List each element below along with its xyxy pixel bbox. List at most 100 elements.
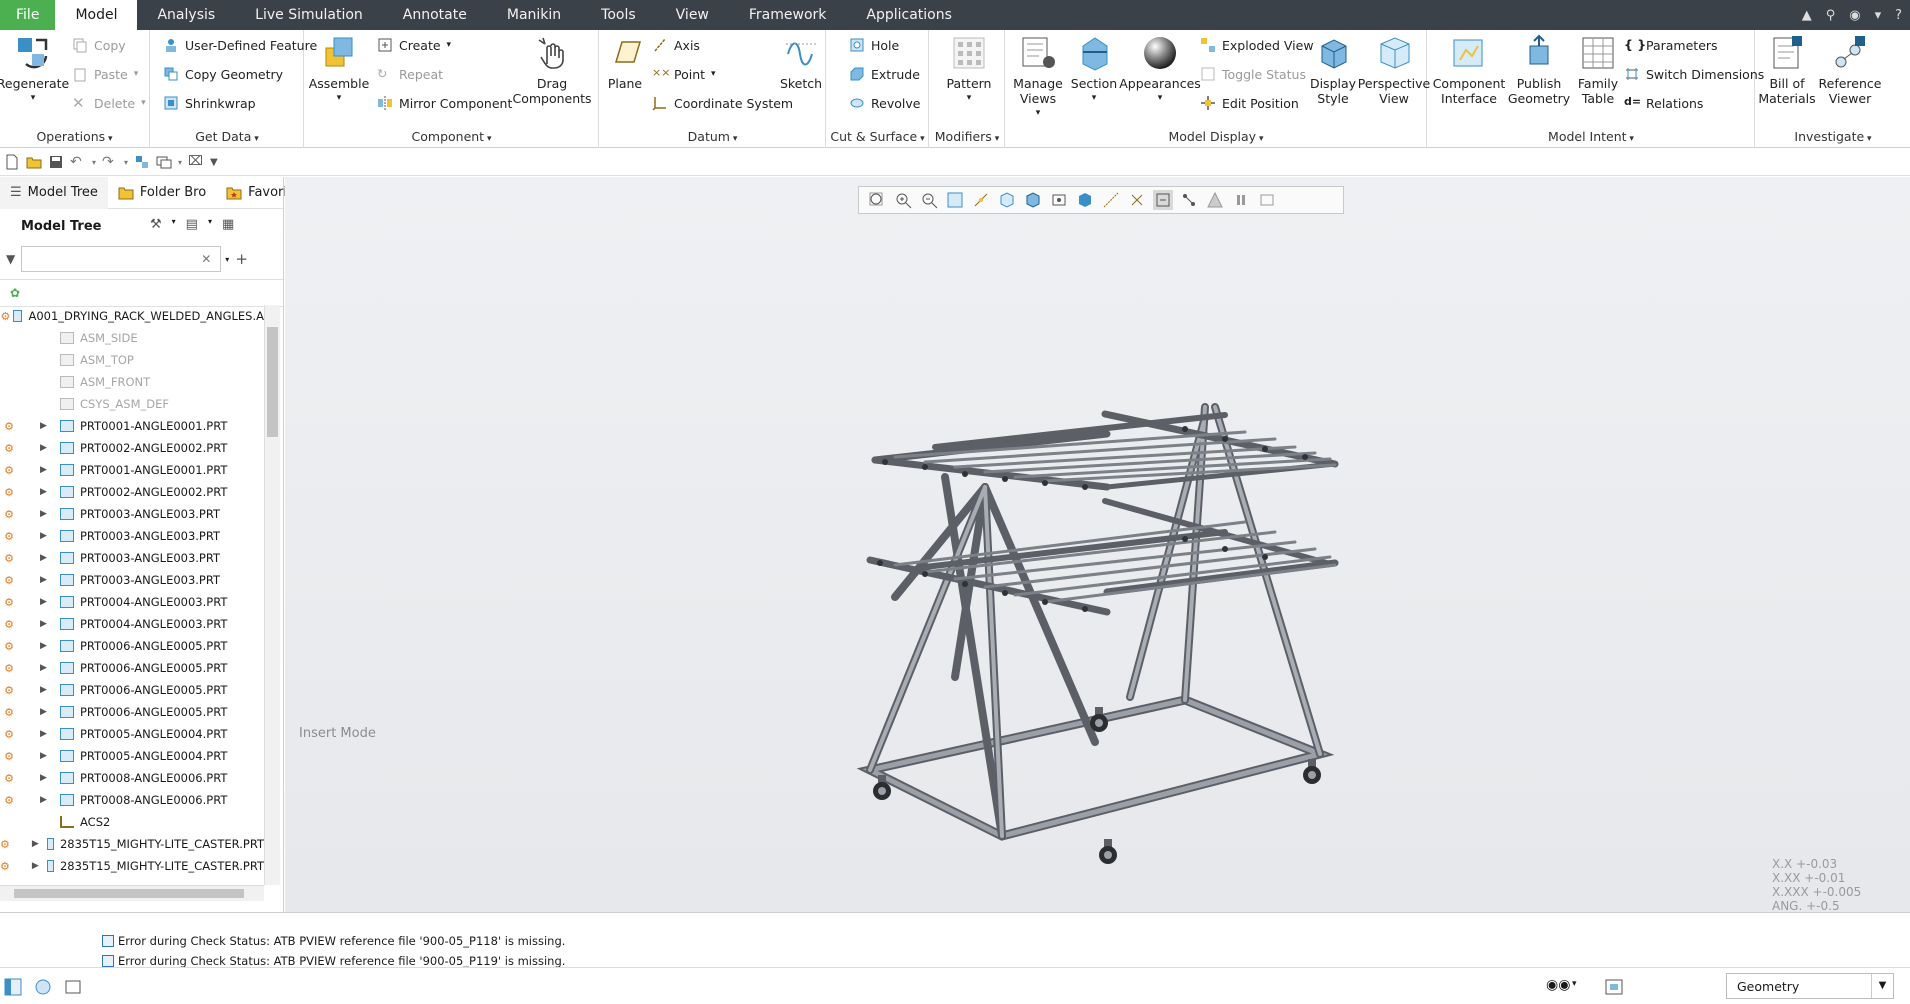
sketch-button[interactable]: Sketch	[780, 34, 822, 91]
expand-arrow-icon[interactable]: ▶	[40, 729, 52, 739]
help-icon[interactable]: ?	[1895, 8, 1902, 23]
tree-part-item[interactable]: ⚙▶2835T15_MIGHTY-LITE_CASTER.PRT	[0, 833, 264, 855]
vertical-scroll-thumb[interactable]	[267, 327, 278, 437]
extrude-button[interactable]: Extrude	[849, 63, 920, 85]
tab-model-tree[interactable]: ☰ Model Tree	[0, 176, 108, 209]
edit-position-button[interactable]: Edit Position	[1200, 92, 1299, 114]
tree-settings-icon[interactable]: ⚒	[150, 217, 162, 232]
menu-live-simulation[interactable]: Live Simulation	[235, 0, 383, 30]
windows-dropdown-icon[interactable]: ▾	[178, 158, 182, 167]
full-screen-icon[interactable]	[64, 978, 82, 996]
undo-dropdown-icon[interactable]: ▾	[92, 158, 96, 167]
group-label-model-intent[interactable]: Model Intent	[1428, 129, 1754, 144]
copy-button[interactable]: Copy	[72, 34, 126, 56]
group-label-modifiers[interactable]: Modifiers	[930, 129, 1004, 144]
selection-filter-select[interactable]: Geometry ▼	[1726, 973, 1894, 999]
menu-annotate[interactable]: Annotate	[383, 0, 487, 30]
tree-datum-item[interactable]: CSYS_ASM_DEF	[0, 393, 264, 415]
perspective-view-button[interactable]: Perspective View	[1358, 34, 1430, 106]
menu-file[interactable]: File	[0, 0, 56, 30]
group-label-operations[interactable]: Operations	[0, 129, 149, 144]
show-browser-icon[interactable]	[34, 978, 52, 996]
tree-filter-icon[interactable]: ▦	[222, 217, 234, 232]
assemble-button[interactable]: Assemble ▾	[309, 34, 369, 106]
expand-arrow-icon[interactable]: ▶	[40, 597, 52, 607]
show-navigator-icon[interactable]	[4, 978, 22, 996]
undo-icon[interactable]: ↶	[70, 154, 86, 170]
expand-arrow-icon[interactable]: ▶	[40, 685, 52, 695]
repeat-button[interactable]: ↻ Repeat	[377, 63, 443, 85]
tree-part-item[interactable]: ⚙ ▶ PRT0003-ANGLE003.PRT	[0, 547, 264, 569]
appearances-button[interactable]: Appearances ▾	[1119, 34, 1201, 106]
show-dropdown-icon[interactable]: ▾	[208, 217, 212, 232]
copy-geometry-button[interactable]: Copy Geometry	[163, 63, 283, 85]
drying-rack-3d-model[interactable]	[285, 177, 1910, 912]
tree-datum-item[interactable]: ASM_TOP	[0, 349, 264, 371]
find-dropdown-icon[interactable]: ▾	[1572, 979, 1577, 989]
tree-vertical-scrollbar[interactable]	[264, 305, 280, 885]
expand-arrow-icon[interactable]: ▶	[40, 751, 52, 761]
save-icon[interactable]	[48, 154, 64, 170]
expand-arrow-icon[interactable]: ▶	[32, 861, 39, 871]
regenerate-button[interactable]: Regenerate ▾	[0, 34, 69, 106]
chevron-down-icon[interactable]: ▼	[1871, 974, 1893, 998]
filter-funnel-icon[interactable]: ▼	[6, 252, 15, 266]
bill-of-materials-button[interactable]: Bill of Materials	[1756, 34, 1818, 106]
tree-part-item[interactable]: ⚙ ▶ PRT0001-ANGLE0001.PRT	[0, 459, 264, 481]
find-binoculars-icon[interactable]: ◉◉	[1546, 977, 1570, 993]
selection-buffer-icon[interactable]	[1604, 977, 1624, 997]
tree-horizontal-scrollbar[interactable]	[0, 885, 264, 901]
shrinkwrap-button[interactable]: Shrinkwrap	[163, 92, 256, 114]
expand-arrow-icon[interactable]: ▶	[40, 575, 52, 585]
tree-search-input[interactable]	[21, 246, 222, 272]
search-dropdown-icon[interactable]: ▾	[225, 255, 229, 264]
tree-part-item[interactable]: ⚙ ▶ PRT0004-ANGLE0003.PRT	[0, 613, 264, 635]
chevron-down-icon[interactable]: ▾	[1875, 8, 1882, 23]
tree-part-item[interactable]: ⚙ ▶ PRT0004-ANGLE0003.PRT	[0, 591, 264, 613]
coordinate-system-button[interactable]: Coordinate System	[652, 92, 793, 114]
group-label-model-display[interactable]: Model Display	[1006, 129, 1426, 144]
tree-part-item[interactable]: ⚙▶2835T15_MIGHTY-LITE_CASTER.PRT	[0, 877, 264, 882]
delete-button[interactable]: ✕ Delete ▾	[72, 92, 146, 114]
customize-qat-icon[interactable]: ▼	[210, 157, 218, 168]
tree-settings-dropdown-icon[interactable]: ▾	[172, 217, 176, 232]
tree-part-item[interactable]: ⚙ ▶ PRT0002-ANGLE0002.PRT	[0, 481, 264, 503]
tree-datum-item[interactable]: ASM_SIDE	[0, 327, 264, 349]
tree-csys-item[interactable]: ACS2	[0, 811, 264, 833]
menu-model[interactable]: Model	[55, 0, 138, 30]
menu-view[interactable]: View	[656, 0, 729, 30]
expand-arrow-icon[interactable]: ▶	[40, 443, 52, 453]
tree-part-item[interactable]: ⚙ ▶ PRT0006-ANGLE0005.PRT	[0, 657, 264, 679]
expand-arrow-icon[interactable]: ▶	[40, 553, 52, 563]
group-label-component[interactable]: Component	[305, 129, 598, 144]
tree-part-item[interactable]: ⚙ ▶ PRT0003-ANGLE003.PRT	[0, 503, 264, 525]
graphics-window[interactable]: Insert Mode X.X +-0.03 X.XX +-0.01 X.XXX…	[285, 177, 1910, 913]
add-column-icon[interactable]: +	[235, 250, 248, 268]
menu-analysis[interactable]: Analysis	[137, 0, 235, 30]
section-button[interactable]: Section ▾	[1070, 34, 1118, 106]
pattern-button[interactable]: Pattern ▾	[944, 34, 994, 106]
paste-button[interactable]: Paste ▾	[72, 63, 138, 85]
axis-button[interactable]: Axis	[652, 34, 700, 56]
menu-manikin[interactable]: Manikin	[487, 0, 581, 30]
expand-arrow-icon[interactable]: ▶	[32, 839, 39, 849]
display-style-button[interactable]: Display Style	[1306, 34, 1360, 106]
relations-button[interactable]: d= Relations	[1624, 92, 1703, 114]
menu-applications[interactable]: Applications	[846, 0, 972, 30]
expand-arrow-icon[interactable]: ▶	[40, 663, 52, 673]
point-button[interactable]: ×× Point ▾	[652, 63, 716, 85]
expand-arrow-icon[interactable]: ▶	[40, 531, 52, 541]
menu-tools[interactable]: Tools	[581, 0, 656, 30]
tree-part-item[interactable]: ⚙ ▶ PRT0005-ANGLE0004.PRT	[0, 723, 264, 745]
close-window-icon[interactable]: ⌧	[188, 154, 204, 170]
search-icon[interactable]: ⚲	[1826, 8, 1836, 23]
expand-arrow-icon[interactable]: ▶	[40, 421, 52, 431]
mirror-component-button[interactable]: Mirror Component	[377, 92, 512, 114]
create-button[interactable]: Create ▾	[377, 34, 451, 56]
menu-framework[interactable]: Framework	[729, 0, 847, 30]
learning-icon[interactable]: ◉	[1849, 8, 1860, 23]
tab-folder-browser[interactable]: Folder Bro	[108, 177, 216, 209]
tree-root-assembly[interactable]: ⚙ A001_DRYING_RACK_WELDED_ANGLES.A	[0, 305, 264, 327]
user-defined-feature-button[interactable]: User-Defined Feature	[163, 34, 317, 56]
tree-part-item[interactable]: ⚙ ▶ PRT0003-ANGLE003.PRT	[0, 525, 264, 547]
